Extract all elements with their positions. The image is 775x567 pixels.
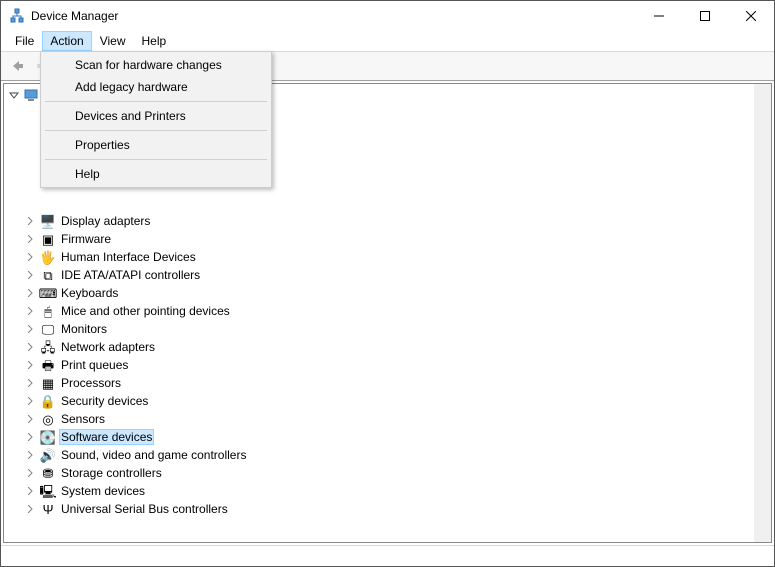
vertical-scrollbar[interactable] [754, 84, 771, 542]
chevron-right-icon[interactable] [23, 433, 37, 441]
menuitem-properties[interactable]: Properties [43, 134, 269, 156]
maximize-button[interactable] [682, 1, 728, 31]
tree-item-label: Storage controllers [59, 466, 164, 480]
chevron-right-icon[interactable] [23, 487, 37, 495]
tree-item-label: Sound, video and game controllers [59, 448, 248, 462]
menu-separator [45, 130, 267, 131]
device-category-icon: ⛃ [40, 465, 56, 481]
device-category-icon: ▦ [40, 375, 56, 391]
window-title: Device Manager [31, 9, 118, 23]
menubar: FileActionViewHelp [1, 31, 774, 51]
menu-help[interactable]: Help [134, 31, 175, 51]
tree-item-label: Mice and other pointing devices [59, 304, 232, 318]
menu-file[interactable]: File [7, 31, 42, 51]
tree-item-system-devices[interactable]: 🖳System devices [23, 482, 771, 500]
tree-item-processors[interactable]: ▦Processors [23, 374, 771, 392]
tree-item-human-interface-devices[interactable]: 🖐Human Interface Devices [23, 248, 771, 266]
device-category-icon: 🔊 [40, 447, 56, 463]
device-category-icon: Ψ [40, 501, 56, 517]
device-category-icon: ◎ [40, 411, 56, 427]
tree-item-storage-controllers[interactable]: ⛃Storage controllers [23, 464, 771, 482]
device-category-icon: 🖱 [40, 303, 56, 319]
chevron-right-icon[interactable] [23, 361, 37, 369]
tree-item-label: Processors [59, 376, 123, 390]
chevron-right-icon[interactable] [23, 217, 37, 225]
menuitem-help[interactable]: Help [43, 163, 269, 185]
chevron-right-icon[interactable] [23, 271, 37, 279]
device-category-icon: 🖳 [40, 483, 56, 499]
device-category-icon: 🖵 [40, 321, 56, 337]
device-category-icon: 🖥️ [40, 213, 56, 229]
chevron-right-icon[interactable] [23, 469, 37, 477]
device-category-icon: 🖧 [40, 339, 56, 355]
tree-item-label: Display adapters [59, 214, 152, 228]
tree-item-security-devices[interactable]: 🔒Security devices [23, 392, 771, 410]
tree-item-label: Sensors [59, 412, 107, 426]
tree-item-sensors[interactable]: ◎Sensors [23, 410, 771, 428]
device-manager-window: Device Manager FileActionViewHelp [0, 0, 775, 567]
titlebar: Device Manager [1, 1, 774, 31]
menuitem-scan-for-hardware-changes[interactable]: Scan for hardware changes [43, 54, 269, 76]
device-category-icon: 🖶 [40, 357, 56, 373]
chevron-right-icon[interactable] [23, 307, 37, 315]
chevron-right-icon[interactable] [23, 415, 37, 423]
tree-item-keyboards[interactable]: ⌨Keyboards [23, 284, 771, 302]
tree-item-label: Network adapters [59, 340, 157, 354]
titlebar-left: Device Manager [9, 8, 118, 24]
minimize-button[interactable] [636, 1, 682, 31]
close-button[interactable] [728, 1, 774, 31]
app-icon [9, 8, 25, 24]
tree-item-label: Universal Serial Bus controllers [59, 502, 230, 516]
tree-item-print-queues[interactable]: 🖶Print queues [23, 356, 771, 374]
menu-separator [45, 159, 267, 160]
chevron-right-icon[interactable] [23, 505, 37, 513]
window-controls [636, 1, 774, 31]
tree-item-label: Keyboards [59, 286, 120, 300]
chevron-right-icon[interactable] [23, 343, 37, 351]
pc-icon [23, 87, 39, 103]
tree-item-monitors[interactable]: 🖵Monitors [23, 320, 771, 338]
tree-item-universal-serial-bus-controllers[interactable]: ΨUniversal Serial Bus controllers [23, 500, 771, 518]
tree-item-software-devices[interactable]: 💽Software devices [23, 428, 771, 446]
chevron-right-icon[interactable] [23, 451, 37, 459]
tree-item-label: Print queues [59, 358, 130, 372]
tree-item-label: Security devices [59, 394, 150, 408]
tree-item-firmware[interactable]: ▣Firmware [23, 230, 771, 248]
expander-open-icon[interactable] [7, 90, 21, 100]
tree-item-network-adapters[interactable]: 🖧Network adapters [23, 338, 771, 356]
chevron-right-icon[interactable] [23, 325, 37, 333]
menu-view[interactable]: View [92, 31, 134, 51]
tree-item-mice-and-other-pointing-devices[interactable]: 🖱Mice and other pointing devices [23, 302, 771, 320]
back-button[interactable] [5, 54, 29, 78]
device-category-icon: 🖐 [40, 249, 56, 265]
menuitem-add-legacy-hardware[interactable]: Add legacy hardware [43, 76, 269, 98]
device-category-icon: 🔒 [40, 393, 56, 409]
chevron-right-icon[interactable] [23, 235, 37, 243]
menuitem-devices-and-printers[interactable]: Devices and Printers [43, 105, 269, 127]
tree-item-label: System devices [59, 484, 147, 498]
device-category-icon: ⧉ [40, 267, 56, 283]
chevron-right-icon[interactable] [23, 253, 37, 261]
tree-item-label: IDE ATA/ATAPI controllers [59, 268, 202, 282]
device-category-icon: ⌨ [40, 285, 56, 301]
menu-action[interactable]: Action [42, 31, 91, 51]
menu-separator [45, 101, 267, 102]
status-bar [1, 545, 774, 566]
tree-item-label: Firmware [59, 232, 113, 246]
tree-item-ide-ata-atapi-controllers[interactable]: ⧉IDE ATA/ATAPI controllers [23, 266, 771, 284]
tree-item-sound-video-and-game-controllers[interactable]: 🔊Sound, video and game controllers [23, 446, 771, 464]
device-category-icon: 💽 [40, 429, 56, 445]
chevron-right-icon[interactable] [23, 379, 37, 387]
action-menu-dropdown: Scan for hardware changesAdd legacy hard… [40, 51, 272, 188]
device-category-icon: ▣ [40, 231, 56, 247]
tree-item-label: Human Interface Devices [59, 250, 198, 264]
chevron-right-icon[interactable] [23, 397, 37, 405]
tree-item-label: Software devices [59, 429, 154, 445]
tree-item-display-adapters[interactable]: 🖥️Display adapters [23, 212, 771, 230]
tree-item-label: Monitors [59, 322, 109, 336]
chevron-right-icon[interactable] [23, 289, 37, 297]
